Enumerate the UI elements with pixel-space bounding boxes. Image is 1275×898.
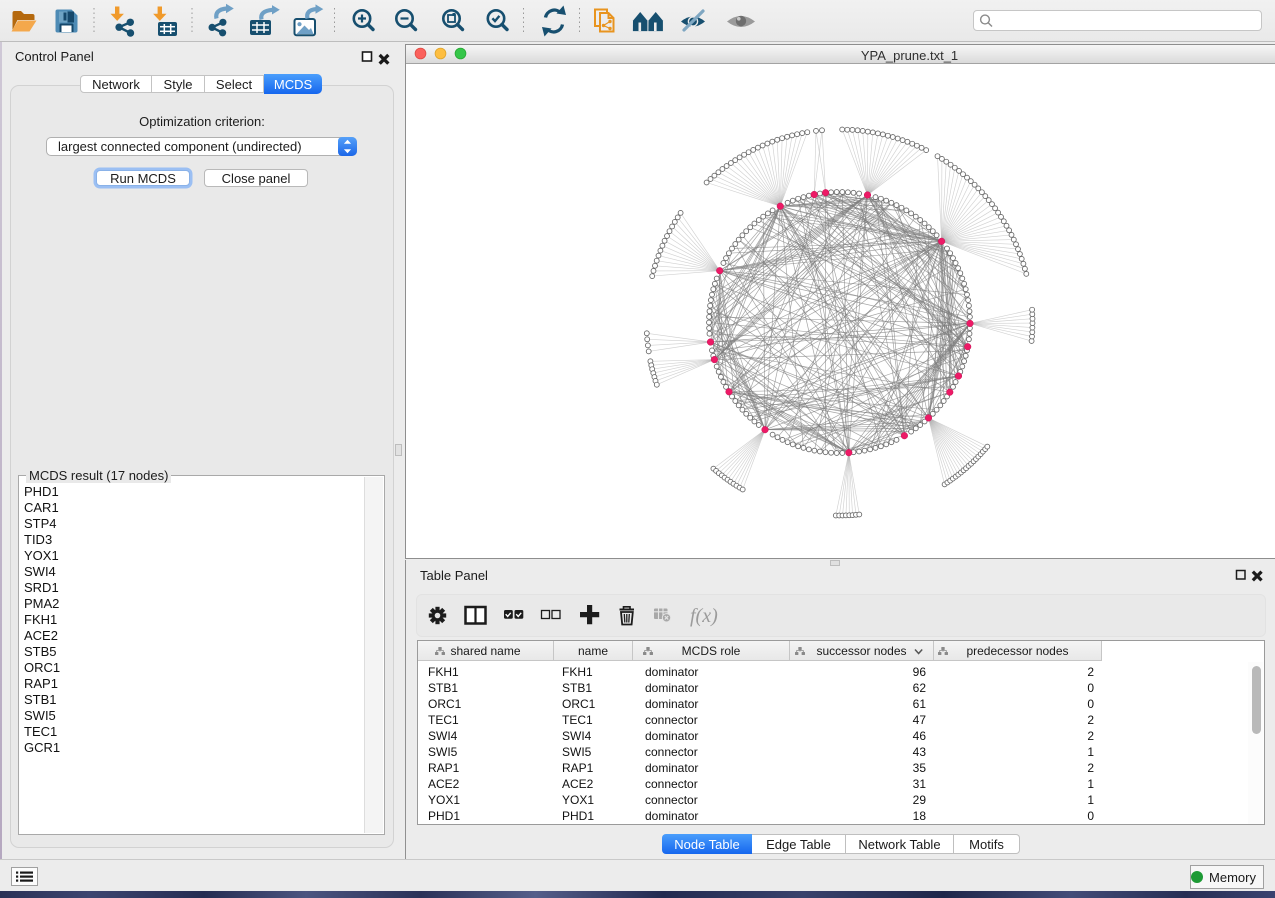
- svg-text:f(x): f(x): [690, 605, 718, 627]
